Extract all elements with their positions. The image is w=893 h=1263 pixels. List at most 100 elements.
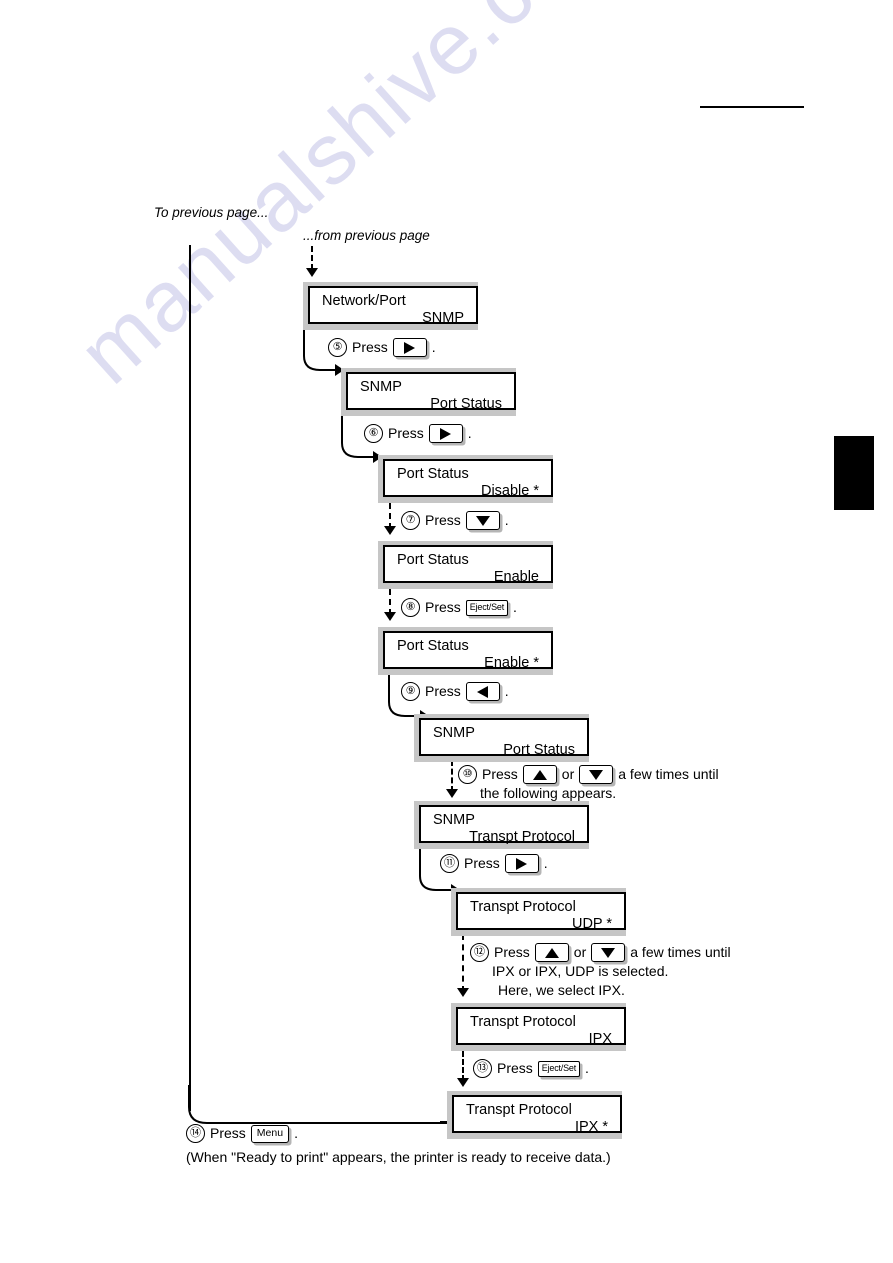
step-6: ⑥ Press . (364, 424, 472, 443)
step-period: . (543, 855, 548, 871)
display-line2: Disable * (480, 483, 539, 499)
thumb-index-tab (834, 436, 874, 510)
step-line2: the following appears. (480, 785, 617, 801)
step-number: ⑨ (401, 682, 420, 701)
display-line1: SNMP (433, 725, 475, 741)
display-line2: Port Status (503, 742, 575, 758)
connector-from-previous (311, 246, 313, 270)
step-number: ⑧ (401, 598, 420, 617)
step-verb: Press (388, 425, 424, 441)
step-line2: IPX or IPX, UDP is selected. (492, 963, 669, 979)
step-11: ⑪ Press . (440, 854, 548, 873)
step-number: ⑬ (473, 1059, 492, 1078)
display-line1: Network/Port (322, 293, 406, 309)
arrow-right-key-icon[interactable] (504, 854, 539, 873)
header-rule (700, 106, 804, 108)
step-number: ⑩ (458, 765, 477, 784)
step-verb: Press (210, 1125, 246, 1141)
step-verb: Press (425, 683, 461, 699)
eject-set-key-icon[interactable]: Eject/Set (537, 1060, 581, 1077)
step-extra: a few times until (618, 766, 719, 782)
display-line1: Port Status (397, 552, 469, 568)
display-snmp-port-status: SNMP Port Status (341, 368, 516, 416)
display-line2: SNMP (422, 310, 464, 326)
step-period: . (431, 339, 436, 355)
step-period: . (504, 512, 509, 528)
display-snmp-port-status-2: SNMP Port Status (414, 714, 589, 762)
step-number: ⑥ (364, 424, 383, 443)
arrowhead-step12 (457, 988, 469, 997)
step-line3: Here, we select IPX. (498, 982, 625, 998)
arrowhead-step8 (384, 612, 396, 621)
step-verb: Press (425, 599, 461, 615)
step-13: ⑬ Press Eject/Set . (473, 1059, 589, 1078)
step-verb: Press (494, 944, 530, 960)
arrow-down-key-icon[interactable] (591, 943, 626, 962)
step-number: ⑪ (440, 854, 459, 873)
display-line2: UDP * (571, 916, 612, 932)
display-port-status-disable: Port Status Disable * (378, 455, 553, 503)
arrowhead-step10 (446, 789, 458, 798)
step-period: . (467, 425, 472, 441)
ready-to-print-caption: (When "Ready to print" appears, the prin… (186, 1149, 611, 1165)
display-transpt-protocol-ipx: Transpt Protocol IPX (451, 1003, 626, 1051)
display-line1: Transpt Protocol (470, 1014, 576, 1030)
display-line1: Transpt Protocol (470, 899, 576, 915)
display-line1: Port Status (397, 638, 469, 654)
arrow-down-key-icon[interactable] (579, 765, 614, 784)
display-line2: Enable * (484, 655, 539, 671)
arrowhead-from-previous (306, 268, 318, 277)
arrow-up-key-icon[interactable] (534, 943, 569, 962)
step-8: ⑧ Press Eject/Set . (401, 598, 517, 617)
step-14: ⑭ Press Menu . (186, 1124, 298, 1143)
step-conjunction: or (573, 944, 587, 960)
step-extra: a few times until (630, 944, 731, 960)
step-7: ⑦ Press . (401, 511, 509, 530)
arrow-up-key-icon[interactable] (522, 765, 557, 784)
display-transpt-protocol-udp: Transpt Protocol UDP * (451, 888, 626, 936)
display-line2: IPX * (574, 1119, 608, 1135)
arrowhead-step13 (457, 1078, 469, 1087)
step-verb: Press (425, 512, 461, 528)
display-port-status-enable: Port Status Enable (378, 541, 553, 589)
step-verb: Press (482, 766, 518, 782)
display-line1: SNMP (360, 379, 402, 395)
step-10: ⑩ Press or a few times until the followi… (458, 765, 719, 803)
step-9: ⑨ Press . (401, 682, 509, 701)
step-number: ⑭ (186, 1124, 205, 1143)
arrow-left-key-icon[interactable] (465, 682, 500, 701)
connector-step10 (451, 760, 453, 792)
from-previous-page-label: ...from previous page (303, 228, 430, 243)
step-number: ⑦ (401, 511, 420, 530)
step-verb: Press (497, 1060, 533, 1076)
arrow-right-key-icon[interactable] (392, 338, 427, 357)
step-number: ⑫ (470, 943, 489, 962)
step-number: ⑤ (328, 338, 347, 357)
arrow-down-key-icon[interactable] (465, 511, 500, 530)
return-line-vertical (189, 245, 191, 1111)
display-line2: Transpt Protocol (469, 829, 575, 845)
manual-page: manualshive.com To previous page... ...f… (0, 0, 893, 1263)
arrow-right-key-icon[interactable] (428, 424, 463, 443)
display-snmp-transpt-protocol: SNMP Transpt Protocol (414, 801, 589, 849)
step-period: . (294, 1125, 298, 1141)
display-line2: Enable (493, 569, 539, 585)
display-line1: SNMP (433, 812, 475, 828)
step-conjunction: or (561, 766, 575, 782)
display-line1: Transpt Protocol (466, 1102, 572, 1118)
step-period: . (585, 1060, 589, 1076)
step-verb: Press (464, 855, 500, 871)
step-12: ⑫ Press or a few times until IPX or IPX,… (470, 943, 731, 1000)
display-network-port-snmp: Network/Port SNMP (303, 282, 478, 330)
menu-key-icon[interactable]: Menu (250, 1124, 290, 1143)
step-period: . (504, 683, 509, 699)
to-previous-page-label: To previous page... (154, 205, 269, 220)
connector-step12 (462, 934, 464, 992)
eject-set-key-icon[interactable]: Eject/Set (465, 599, 509, 616)
display-line2: IPX (588, 1031, 612, 1047)
display-port-status-enable-set: Port Status Enable * (378, 627, 553, 675)
step-period: . (513, 599, 517, 615)
display-transpt-protocol-ipx-set: Transpt Protocol IPX * (447, 1091, 622, 1139)
step-5: ⑤ Press . (328, 338, 436, 357)
connector-step13 (462, 1051, 464, 1081)
